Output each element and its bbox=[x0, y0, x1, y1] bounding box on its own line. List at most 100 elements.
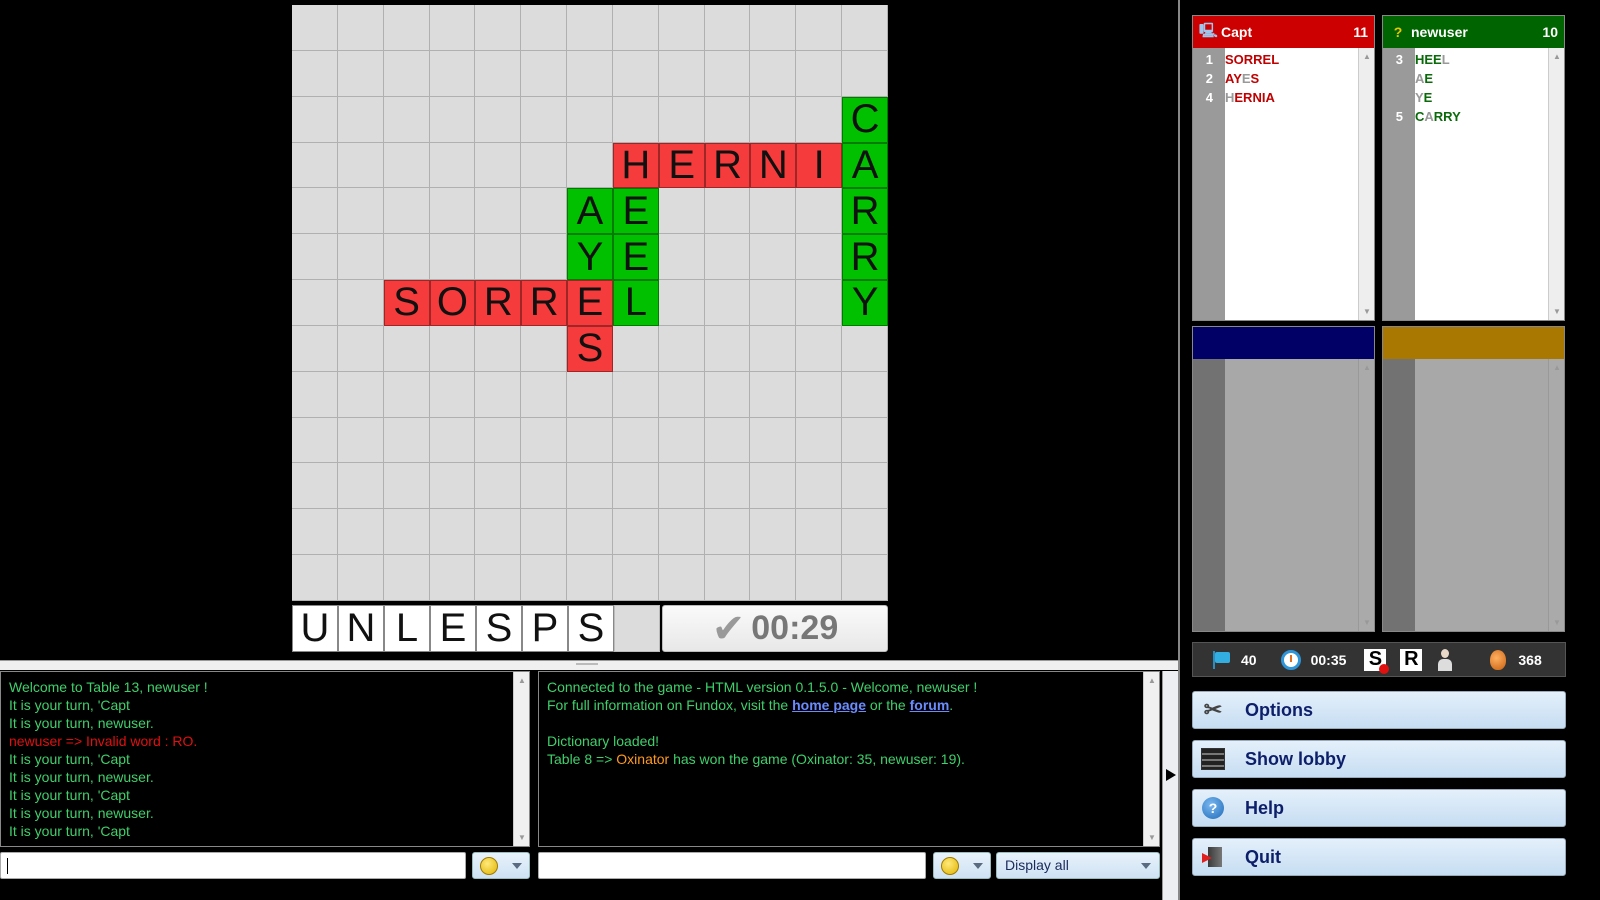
board-cell[interactable] bbox=[383, 555, 430, 601]
board-cell[interactable] bbox=[750, 371, 797, 418]
board-cell[interactable] bbox=[796, 371, 843, 418]
board-cell[interactable] bbox=[750, 5, 797, 51]
board-cell[interactable] bbox=[750, 280, 797, 326]
board-cell[interactable] bbox=[292, 50, 338, 97]
board-cell[interactable] bbox=[796, 325, 843, 372]
board-cell[interactable] bbox=[429, 509, 476, 556]
word-row[interactable]: AE bbox=[1383, 69, 1564, 88]
board-cell[interactable] bbox=[612, 417, 659, 464]
board-cell[interactable] bbox=[704, 463, 751, 510]
board-cell[interactable] bbox=[292, 280, 338, 326]
board-cell[interactable] bbox=[383, 509, 430, 556]
board-cell[interactable] bbox=[292, 463, 338, 510]
board-cell[interactable] bbox=[796, 280, 843, 326]
board-cell[interactable] bbox=[704, 188, 751, 235]
word-list-scrollbar[interactable]: ▲ ▼ bbox=[1548, 359, 1564, 631]
word-row[interactable]: 2 AYES bbox=[1193, 69, 1374, 88]
board-cell[interactable] bbox=[292, 142, 338, 189]
board-cell[interactable] bbox=[475, 50, 522, 97]
board-cell[interactable] bbox=[475, 142, 522, 189]
board-cell[interactable] bbox=[750, 50, 797, 97]
board-cell[interactable] bbox=[337, 417, 384, 464]
board-cell[interactable] bbox=[658, 509, 705, 556]
splitter-grip[interactable] bbox=[576, 663, 598, 665]
word-list-scrollbar[interactable]: ▲ ▼ bbox=[1548, 48, 1564, 320]
board-cell[interactable] bbox=[658, 50, 705, 97]
board-cell[interactable] bbox=[429, 325, 476, 372]
emoji-picker-button-right[interactable] bbox=[933, 852, 991, 879]
board-cell[interactable] bbox=[521, 509, 568, 556]
board-cell[interactable] bbox=[475, 555, 522, 601]
board-cell[interactable] bbox=[337, 555, 384, 601]
board-cell[interactable] bbox=[796, 234, 843, 281]
board-cell[interactable] bbox=[750, 234, 797, 281]
board-cell[interactable] bbox=[704, 280, 751, 326]
board-cell[interactable] bbox=[750, 509, 797, 556]
board-cell[interactable] bbox=[567, 371, 613, 418]
board-cell[interactable] bbox=[658, 417, 705, 464]
resign-button[interactable]: R bbox=[1400, 648, 1423, 671]
board-cell[interactable] bbox=[750, 188, 797, 235]
board-cell[interactable] bbox=[567, 5, 613, 51]
lobby-chat-scrollbar[interactable]: ▲ ▼ bbox=[1143, 672, 1159, 846]
board-cell[interactable] bbox=[521, 325, 568, 372]
board-cell[interactable] bbox=[475, 509, 522, 556]
game-board[interactable]: CHERNIAAERYERSORRELYS bbox=[292, 5, 888, 601]
scroll-down-icon[interactable]: ▼ bbox=[1144, 833, 1160, 842]
help-button[interactable]: ? Help bbox=[1192, 789, 1566, 827]
board-cell[interactable] bbox=[750, 325, 797, 372]
word-row[interactable]: 3 HEEL bbox=[1383, 50, 1564, 69]
board-cell[interactable] bbox=[750, 555, 797, 601]
pane-splitter[interactable] bbox=[0, 660, 1178, 670]
board-cell[interactable] bbox=[567, 463, 613, 510]
chat-filter-select[interactable]: Display all bbox=[996, 852, 1160, 879]
board-cell[interactable] bbox=[842, 5, 888, 51]
board-cell[interactable] bbox=[796, 5, 843, 51]
options-button[interactable]: ✂ Options bbox=[1192, 691, 1566, 729]
rack-tile[interactable]: P bbox=[522, 605, 568, 652]
submit-word-button[interactable]: ✔ 00:29 bbox=[662, 605, 888, 652]
board-cell[interactable] bbox=[337, 371, 384, 418]
board-cell[interactable] bbox=[658, 5, 705, 51]
board-cell[interactable] bbox=[475, 188, 522, 235]
board-cell[interactable] bbox=[521, 234, 568, 281]
word-row[interactable]: 5 CARRY bbox=[1383, 107, 1564, 126]
board-cell[interactable] bbox=[612, 555, 659, 601]
board-cell[interactable] bbox=[658, 96, 705, 143]
board-cell[interactable] bbox=[337, 96, 384, 143]
board-cell[interactable] bbox=[292, 188, 338, 235]
board-cell[interactable] bbox=[292, 325, 338, 372]
board-cell[interactable] bbox=[429, 234, 476, 281]
scroll-down-icon[interactable]: ▼ bbox=[514, 833, 530, 842]
board-cell[interactable] bbox=[612, 371, 659, 418]
board-cell[interactable] bbox=[475, 417, 522, 464]
board-cell[interactable] bbox=[475, 463, 522, 510]
board-cell[interactable] bbox=[658, 463, 705, 510]
board-cell[interactable] bbox=[429, 96, 476, 143]
swap-button[interactable]: S bbox=[1364, 648, 1390, 674]
board-cell[interactable] bbox=[292, 555, 338, 601]
board-cell[interactable] bbox=[521, 555, 568, 601]
board-cell[interactable] bbox=[521, 5, 568, 51]
scroll-up-icon[interactable]: ▲ bbox=[1144, 676, 1160, 685]
scroll-down-icon[interactable]: ▼ bbox=[1359, 618, 1375, 627]
board-cell[interactable] bbox=[704, 325, 751, 372]
rack-empty-slot[interactable] bbox=[614, 605, 660, 652]
quit-button[interactable]: Quit bbox=[1192, 838, 1566, 876]
board-cell[interactable] bbox=[429, 5, 476, 51]
board-cell[interactable] bbox=[842, 509, 888, 556]
board-cell[interactable] bbox=[429, 371, 476, 418]
board-cell[interactable] bbox=[383, 5, 430, 51]
scroll-down-icon[interactable]: ▼ bbox=[1549, 618, 1565, 627]
board-cell[interactable] bbox=[292, 371, 338, 418]
board-cell[interactable] bbox=[337, 50, 384, 97]
board-cell[interactable] bbox=[383, 234, 430, 281]
rack-tile[interactable]: S bbox=[476, 605, 522, 652]
board-cell[interactable] bbox=[658, 555, 705, 601]
board-cell[interactable] bbox=[567, 509, 613, 556]
collapse-panel-strip[interactable] bbox=[1162, 671, 1178, 900]
board-cell[interactable] bbox=[337, 325, 384, 372]
forum-link[interactable]: forum bbox=[910, 697, 950, 713]
board-cell[interactable] bbox=[658, 371, 705, 418]
rack-tile[interactable]: U bbox=[292, 605, 338, 652]
